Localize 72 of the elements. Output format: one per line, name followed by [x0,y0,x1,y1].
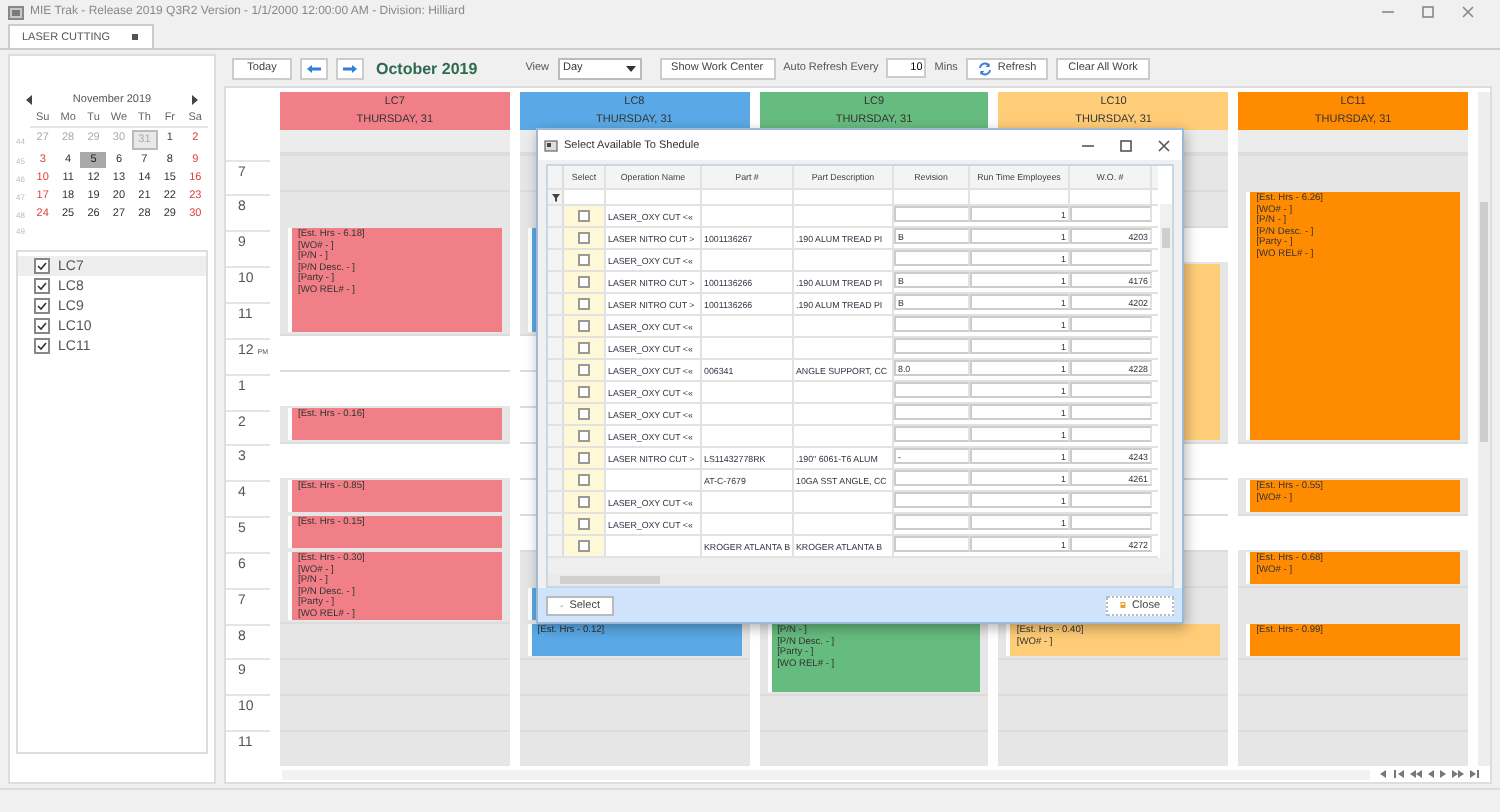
select-checkbox[interactable] [578,540,590,552]
select-checkbox[interactable] [578,518,590,530]
select-cell[interactable] [564,228,606,248]
table-cell [1070,514,1152,530]
table-cell [1070,338,1152,354]
table-cell [1070,404,1152,420]
table-cell [1070,426,1152,442]
refresh-icon [977,61,992,75]
maximize-icon[interactable] [1118,137,1134,153]
select-checkbox[interactable] [578,496,590,508]
select-checkbox[interactable] [578,364,590,376]
select-cell[interactable] [564,206,606,226]
scrollbar-thumb[interactable] [560,576,660,584]
table-cell [1070,316,1152,332]
vertical-scrollbar[interactable] [1477,92,1490,766]
door-icon [1120,598,1126,612]
select-cell[interactable] [564,272,606,292]
select-checkbox[interactable] [578,342,590,354]
checkbox[interactable] [34,338,50,354]
checkbox[interactable] [34,318,50,334]
select-checkbox[interactable] [578,474,590,486]
select-cell[interactable] [564,448,606,468]
month-heading: October 2019 [376,59,478,77]
select-checkbox[interactable] [578,298,590,310]
select-checkbox[interactable] [578,452,590,464]
select-checkbox[interactable] [578,386,590,398]
select-checkbox[interactable] [578,276,590,288]
table-cell [1070,206,1152,222]
select-cell[interactable] [564,514,606,534]
horizontal-scrollbar[interactable] [548,574,1172,586]
app-icon [8,5,24,19]
close-icon[interactable] [1156,137,1172,153]
select-checkbox[interactable] [578,320,590,332]
close-icon[interactable] [1460,4,1476,20]
select-checkbox[interactable] [578,210,590,222]
select-cell[interactable] [564,426,606,446]
caret-icon [625,65,636,71]
previous-month-icon[interactable] [24,94,34,106]
scrollbar-thumb[interactable] [1162,228,1170,248]
table-cell [1070,492,1152,508]
vertical-scrollbar[interactable] [1160,204,1172,558]
select-cell[interactable] [564,382,606,402]
select-checkbox[interactable] [578,430,590,442]
previous-button[interactable] [300,57,328,79]
navigation-buttons-drawing[interactable] [1378,768,1482,780]
select-cell[interactable] [564,338,606,358]
horizontal-scrollbar[interactable] [282,769,1370,779]
checkbox[interactable] [34,278,50,294]
select-checkbox[interactable] [578,254,590,266]
select-cell[interactable] [564,536,606,556]
table-cell [894,470,970,486]
scrollbar-thumb[interactable] [1479,202,1488,442]
select-cell[interactable] [564,492,606,512]
maximize-icon[interactable] [1420,4,1436,20]
select-checkbox[interactable] [578,232,590,244]
select-cell[interactable] [564,316,606,336]
select-checkbox[interactable] [578,408,590,420]
pin-icon[interactable] [130,32,141,42]
right-arrow-icon [342,63,358,73]
select-cell[interactable] [564,294,606,314]
dialog-icon [544,139,558,151]
select-cell[interactable] [564,404,606,424]
next-button[interactable] [336,57,364,79]
left-arrow-icon [306,63,322,73]
select-cell[interactable] [564,250,606,270]
next-month-icon[interactable] [189,94,200,106]
checkbox[interactable] [34,258,50,274]
table-cell [1070,382,1152,398]
select-cell[interactable] [564,470,606,490]
table-cell [1070,250,1152,266]
select-cell[interactable] [564,360,606,380]
checkbox[interactable] [34,298,50,314]
